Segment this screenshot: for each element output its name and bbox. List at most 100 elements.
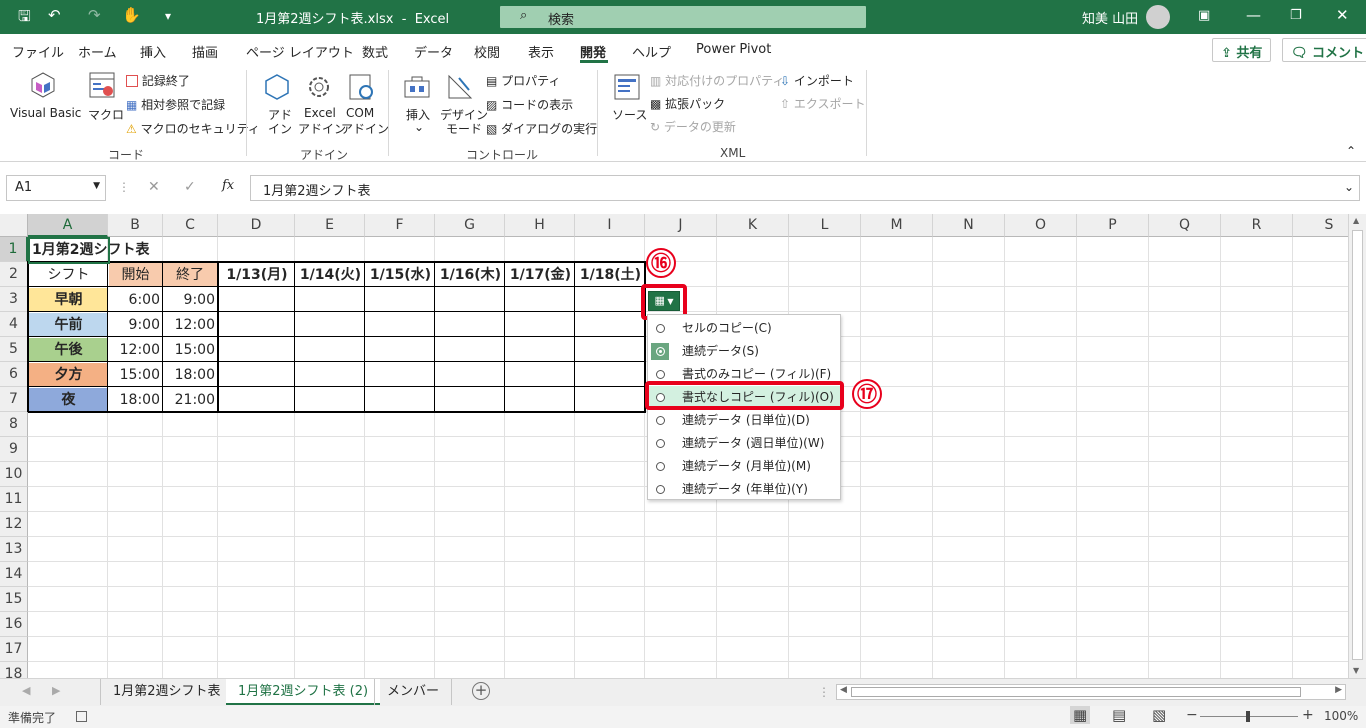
header-date-cell[interactable]: 1/16(木) xyxy=(436,263,505,287)
save-icon[interactable]: 🖫 xyxy=(18,6,31,31)
customize-toolbar-icon[interactable]: ▾ xyxy=(165,9,171,23)
start-time-cell[interactable]: 6:00 xyxy=(109,288,160,312)
shift-name-cell[interactable]: 午前 xyxy=(29,313,108,337)
relative-reference-button[interactable]: ▦ 相対参照で記録 xyxy=(126,96,225,113)
zoom-level[interactable]: 100% xyxy=(1324,709,1358,723)
column-header-r[interactable]: R xyxy=(1221,214,1293,237)
header-date-cell[interactable]: 1/18(土) xyxy=(576,263,645,287)
tab-page-layout[interactable]: ページ レイアウト xyxy=(246,42,354,61)
select-all-corner[interactable] xyxy=(0,214,28,237)
normal-view-icon[interactable]: ▦ xyxy=(1070,706,1091,724)
excel-addins-button-line2[interactable]: アドイン xyxy=(298,120,346,137)
row-header-11[interactable]: 11 xyxy=(0,487,28,512)
start-time-cell[interactable]: 15:00 xyxy=(109,363,160,387)
excel-addins-button[interactable]: Excel xyxy=(304,106,336,120)
autofill-option[interactable]: 連続データ (年単位)(Y) xyxy=(648,478,840,501)
zoom-out-icon[interactable]: − xyxy=(1186,707,1198,723)
redo-icon[interactable]: ↷ xyxy=(88,6,101,24)
end-time-cell[interactable]: 18:00 xyxy=(163,363,215,387)
column-header-l[interactable]: L xyxy=(789,214,861,237)
column-header-o[interactable]: O xyxy=(1005,214,1077,237)
row-header-13[interactable]: 13 xyxy=(0,537,28,562)
comment-button[interactable]: 🗨 コメント xyxy=(1282,38,1366,62)
page-break-view-icon[interactable]: ▧ xyxy=(1152,706,1166,724)
formula-input[interactable]: 1月第2週シフト表 ⌄ xyxy=(250,175,1360,201)
horizontal-scroll-thumb[interactable] xyxy=(851,687,1301,697)
enter-icon[interactable]: ✓ xyxy=(184,179,196,195)
column-header-k[interactable]: K xyxy=(717,214,789,237)
search-box[interactable]: ⌕ 検索 xyxy=(500,6,866,28)
autofill-option[interactable]: 連続データ (日単位)(D) xyxy=(648,409,840,432)
autofill-options-button[interactable]: ▦ ▼ xyxy=(648,291,680,311)
scroll-left-icon[interactable]: ◀ xyxy=(840,685,847,695)
column-header-f[interactable]: F xyxy=(365,214,435,237)
vertical-scroll-thumb[interactable] xyxy=(1352,230,1363,660)
refresh-data-button[interactable]: ↻ データの更新 xyxy=(650,118,736,135)
name-box-dropdown-icon[interactable]: ▼ xyxy=(93,181,100,191)
header-date-cell[interactable]: 1/15(水) xyxy=(366,263,435,287)
addins-button-line2[interactable]: イン xyxy=(268,120,292,137)
import-button[interactable]: ⇩ インポート xyxy=(780,72,854,89)
sheet-title-cell[interactable]: 1月第2週シフト表 xyxy=(32,238,149,262)
autofill-option[interactable]: セルのコピー(C) xyxy=(648,317,840,340)
column-header-e[interactable]: E xyxy=(295,214,365,237)
insert-dropdown-icon[interactable]: ⌄ xyxy=(414,120,424,134)
minimize-icon[interactable]: — xyxy=(1246,6,1261,24)
zoom-slider-thumb[interactable] xyxy=(1246,711,1250,722)
expand-formula-icon[interactable]: ⌄ xyxy=(1344,180,1354,194)
scroll-down-icon[interactable]: ▼ xyxy=(1353,666,1359,675)
end-time-cell[interactable]: 21:00 xyxy=(163,388,215,412)
tab-insert[interactable]: 挿入 xyxy=(140,42,166,61)
header-date-cell[interactable]: 1/13(月) xyxy=(219,263,295,287)
column-header-j[interactable]: J xyxy=(645,214,717,237)
shift-name-cell[interactable]: 早朝 xyxy=(29,288,108,312)
end-time-cell[interactable]: 15:00 xyxy=(163,338,215,362)
scroll-up-icon[interactable]: ▲ xyxy=(1353,216,1359,225)
header-date-cell[interactable]: 1/14(火) xyxy=(296,263,365,287)
xml-source-button[interactable]: ソース xyxy=(612,106,647,123)
export-button[interactable]: ⇧ エクスポート xyxy=(780,95,866,112)
share-button[interactable]: ⇪ 共有 xyxy=(1212,38,1272,62)
sheet-tab[interactable]: 1月第2週シフト表 xyxy=(100,679,233,705)
tab-draw[interactable]: 描画 xyxy=(192,42,218,61)
row-header-2[interactable]: 2 xyxy=(0,262,28,287)
map-properties-button[interactable]: ▥ 対応付けのプロパティ xyxy=(650,72,784,89)
view-code-button[interactable]: ▨ コードの表示 xyxy=(486,96,573,113)
add-sheet-icon[interactable]: + xyxy=(472,682,490,700)
row-header-18[interactable]: 18 xyxy=(0,662,28,678)
start-time-cell[interactable]: 9:00 xyxy=(109,313,160,337)
zoom-in-icon[interactable]: + xyxy=(1302,707,1314,723)
touch-mode-icon[interactable]: ✋ xyxy=(122,6,141,24)
design-mode-button-line2[interactable]: モード xyxy=(446,120,482,137)
horizontal-scrollbar[interactable]: ◀ ▶ xyxy=(836,684,1346,700)
collapse-ribbon-icon[interactable]: ⌃ xyxy=(1346,144,1356,158)
user-name[interactable]: 知美 山田 xyxy=(1082,8,1138,27)
row-header-16[interactable]: 16 xyxy=(0,612,28,637)
run-dialog-button[interactable]: ▧ ダイアログの実行 xyxy=(486,120,597,137)
properties-button[interactable]: ▤ プロパティ xyxy=(486,72,560,89)
row-header-10[interactable]: 10 xyxy=(0,462,28,487)
sheet-tab[interactable]: メンバー xyxy=(374,679,453,705)
column-header-m[interactable]: M xyxy=(861,214,933,237)
column-header-g[interactable]: G xyxy=(435,214,505,237)
com-addins-button-line2[interactable]: アドイン xyxy=(341,120,389,137)
row-header-8[interactable]: 8 xyxy=(0,412,28,437)
start-time-cell[interactable]: 18:00 xyxy=(109,388,160,412)
macro-button[interactable]: マクロ xyxy=(88,106,124,123)
ribbon-display-icon[interactable]: ▣ xyxy=(1198,8,1210,23)
insert-function-icon[interactable]: fx xyxy=(222,178,234,193)
shift-name-cell[interactable]: 夕方 xyxy=(29,363,108,387)
tab-formulas[interactable]: 数式 xyxy=(362,42,388,61)
row-header-17[interactable]: 17 xyxy=(0,637,28,662)
page-layout-view-icon[interactable]: ▤ xyxy=(1112,706,1126,724)
row-header-7[interactable]: 7 xyxy=(0,387,28,412)
header-shift-cell[interactable]: シフト xyxy=(29,263,108,287)
autofill-option[interactable]: 連続データ (週日単位)(W) xyxy=(648,432,840,455)
row-header-15[interactable]: 15 xyxy=(0,587,28,612)
autofill-option[interactable]: 連続データ(S) xyxy=(648,340,840,363)
stop-recording-button[interactable]: 記録終了 xyxy=(126,72,190,89)
row-header-12[interactable]: 12 xyxy=(0,512,28,537)
name-box[interactable]: A1 ▼ xyxy=(6,175,106,201)
visual-basic-button[interactable]: Visual Basic xyxy=(10,106,81,120)
column-header-h[interactable]: H xyxy=(505,214,575,237)
